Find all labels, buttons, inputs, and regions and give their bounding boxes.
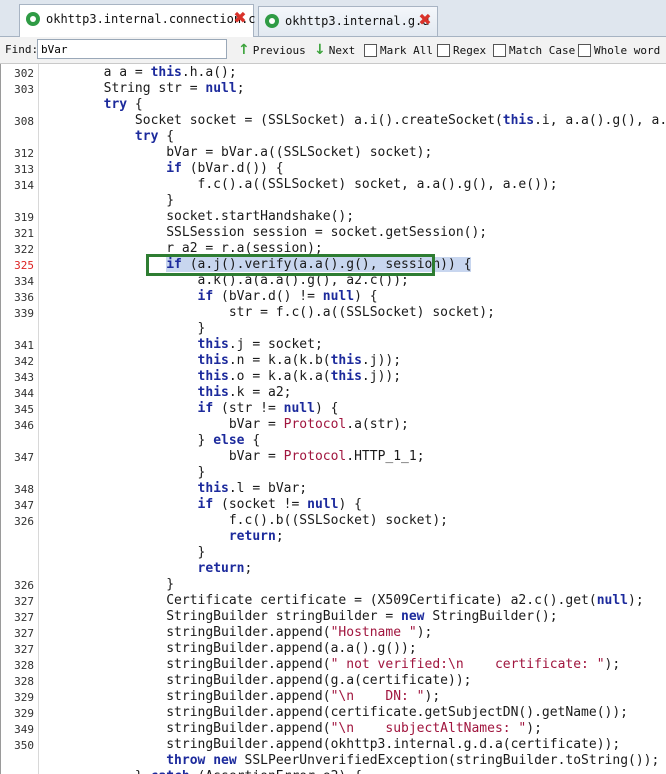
code-line: SSLSession session = socket.getSession()… xyxy=(41,225,488,240)
code-line: bVar = bVar.a((SSLSocket) socket); xyxy=(41,145,433,160)
mark-all-label: Mark All xyxy=(380,43,433,57)
class-icon xyxy=(265,14,279,28)
code-line: stringBuilder.append(a.a().g()); xyxy=(41,641,417,656)
code-line: stringBuilder.append(certificate.getSubj… xyxy=(41,705,628,720)
code-line: return; xyxy=(197,561,253,576)
tab-label: okhttp3.internal.g.d xyxy=(285,14,430,28)
code-line: socket.startHandshake(); xyxy=(41,209,355,224)
code-line: if (socket != null) { xyxy=(197,497,362,512)
code-line: a a = this.h.a(); xyxy=(41,65,237,80)
mark-all-checkbox[interactable]: Mark All xyxy=(364,41,433,59)
code-line: } xyxy=(41,465,206,480)
tab-label: okhttp3.internal.connection.c xyxy=(46,12,256,26)
code-line: f.c().b((SSLSocket) socket); xyxy=(41,513,448,528)
code-line: } else { xyxy=(41,433,261,448)
tab-okhttp3-internal-connection-c[interactable]: okhttp3.internal.connection.c ✖ xyxy=(19,4,256,37)
code-line: try { xyxy=(134,129,175,144)
highlight-box xyxy=(146,254,435,276)
previous-label: Previous xyxy=(252,43,306,57)
code-line: bVar = Protocol.a(str); xyxy=(41,417,409,432)
checkbox-icon[interactable] xyxy=(578,43,591,57)
arrow-down-icon: ↓ xyxy=(314,42,326,58)
code-line: this.j = socket; xyxy=(197,337,323,352)
code-line: if (bVar.d()) { xyxy=(166,161,284,176)
code-line: return; xyxy=(228,529,284,544)
find-label: Find: xyxy=(5,43,39,56)
regex-checkbox[interactable]: Regex xyxy=(437,41,486,59)
tab-okhttp3-internal-g-d[interactable]: okhttp3.internal.g.d ✖ xyxy=(258,6,438,36)
code-line: throw new SSLPeerUnverifiedException(str… xyxy=(166,753,660,768)
code-line: stringBuilder.append("Hostname "); xyxy=(41,625,433,640)
checkbox-icon[interactable] xyxy=(437,43,450,57)
match-case-label: Match Case xyxy=(509,43,576,57)
match-case-checkbox[interactable]: Match Case xyxy=(493,41,575,59)
code-line: bVar = Protocol.HTTP_1_1; xyxy=(41,449,425,464)
next-button[interactable]: ↓ Next xyxy=(314,41,355,59)
code-editor[interactable]: 302 303 308 312 313 314 319 321 322 325 334 336 339 3… xyxy=(0,64,666,774)
checkbox-icon[interactable] xyxy=(364,43,377,57)
code-line: stringBuilder.append("\n DN: "); xyxy=(41,689,441,704)
checkbox-icon[interactable] xyxy=(493,43,506,57)
code-line: } catch (AssertionError e2) { xyxy=(41,769,362,774)
previous-button[interactable]: ↑ Previous xyxy=(238,41,306,59)
code-line: try { xyxy=(103,97,143,112)
code-line: this.l = bVar; xyxy=(197,481,308,496)
close-icon[interactable]: ✖ xyxy=(417,12,433,28)
code-line: f.c().a((SSLSocket) socket, a.a().g(), a… xyxy=(41,177,558,192)
code-line: Certificate certificate = (X509Certifica… xyxy=(41,593,644,608)
whole-word-label: Whole word xyxy=(594,43,661,57)
find-input[interactable] xyxy=(37,39,227,59)
code-line: } xyxy=(41,577,175,592)
code-line: StringBuilder stringBuilder = new String… xyxy=(41,609,558,624)
tab-bar: okhttp3.internal.connection.c ✖ okhttp3.… xyxy=(0,0,666,37)
code-line: str = f.c().a((SSLSocket) socket); xyxy=(41,305,495,320)
code-line: if (str != null) { xyxy=(197,401,339,416)
close-icon[interactable]: ✖ xyxy=(232,10,248,26)
code-line: } xyxy=(41,321,206,336)
code-line: stringBuilder.append(" not verified:\n c… xyxy=(41,657,621,672)
code-line: this.k = a2; xyxy=(197,385,292,400)
code-line: String str = null; xyxy=(41,81,245,96)
code-line: } xyxy=(41,545,206,560)
find-bar: Find: ↑ Previous ↓ Next Mark All Regex M… xyxy=(0,37,666,64)
regex-label: Regex xyxy=(453,43,487,57)
code-line: this.o = k.a(k.a(this.j)); xyxy=(197,369,402,384)
whole-word-checkbox[interactable]: Whole word xyxy=(578,41,660,59)
code-line: if (bVar.d() != null) { xyxy=(197,289,378,304)
next-label: Next xyxy=(328,43,356,57)
code-area[interactable]: a a = this.h.a(); String str = null; try… xyxy=(1,64,666,774)
class-icon xyxy=(26,12,40,26)
code-line: stringBuilder.append("\n subjectAltNames… xyxy=(41,721,542,736)
code-line: stringBuilder.append(g.a(certificate)); xyxy=(41,673,472,688)
code-line: this.n = k.a(k.b(this.j)); xyxy=(197,353,402,368)
code-line: } xyxy=(41,193,175,208)
code-line: Socket socket = (SSLSocket) a.i().create… xyxy=(41,113,666,128)
code-line: stringBuilder.append(okhttp3.internal.g.… xyxy=(41,737,621,752)
arrow-up-icon: ↑ xyxy=(238,42,250,58)
